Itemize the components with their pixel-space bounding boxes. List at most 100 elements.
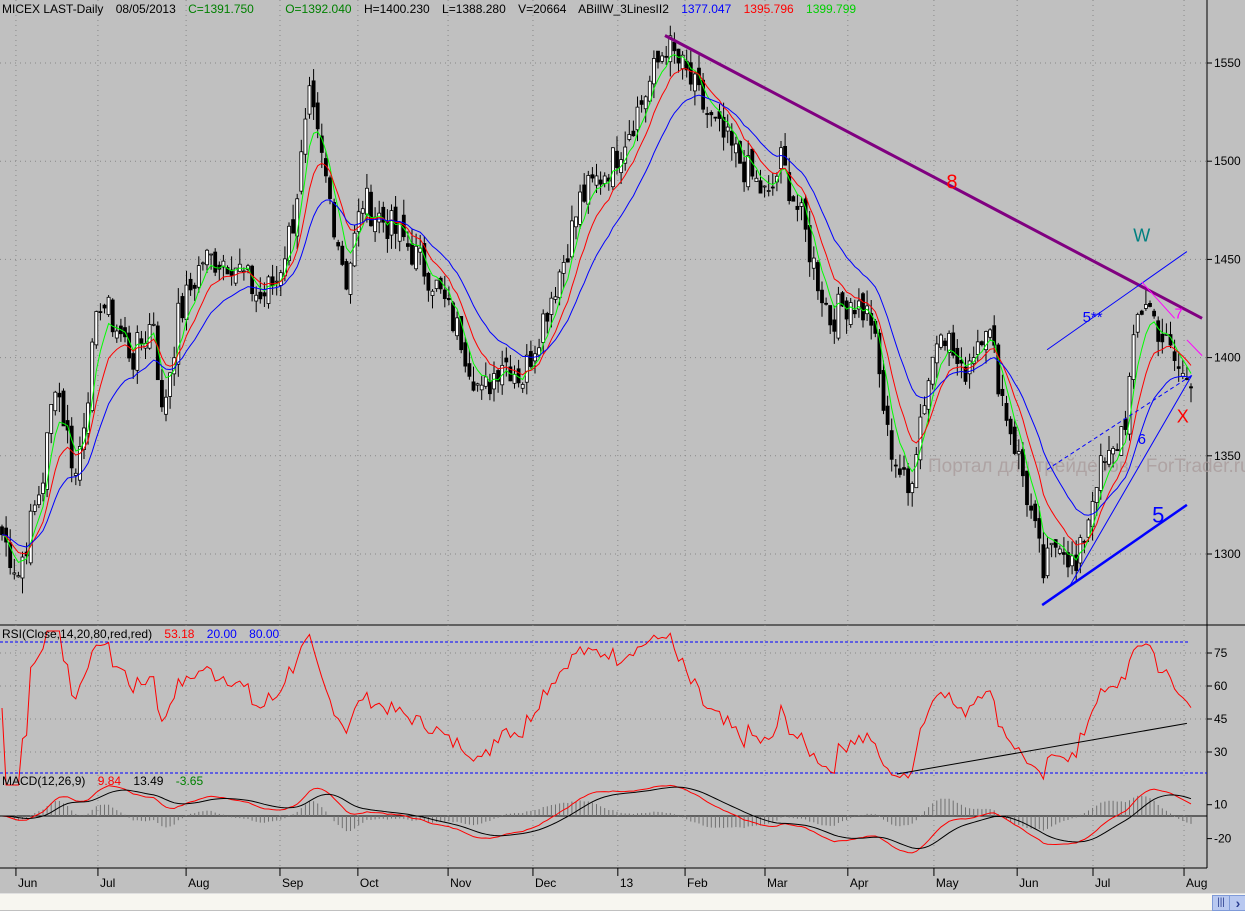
candle-body <box>250 265 255 295</box>
candle-body <box>405 243 410 247</box>
candle-body <box>1176 366 1181 369</box>
candle-body <box>1172 351 1177 361</box>
candle-body <box>889 430 894 460</box>
candle-body <box>799 202 804 207</box>
candle-body <box>1135 314 1140 333</box>
candle-body <box>192 284 197 289</box>
candle-body <box>943 340 947 347</box>
candle-body <box>102 304 107 309</box>
candle-body <box>898 468 902 475</box>
candle-body <box>734 143 738 154</box>
ma-line-green <box>1 53 1192 564</box>
wave-label: 8 <box>946 172 957 194</box>
candle-body <box>1098 455 1103 491</box>
candle-body <box>311 80 316 108</box>
macd-signal-line <box>1 786 1192 850</box>
macd-value: 9.84 <box>97 774 122 788</box>
candle-body <box>209 253 214 256</box>
month-label: Jun <box>18 876 37 890</box>
month-label: Jul <box>1095 876 1110 890</box>
macd-tick-label: 10 <box>1214 798 1228 812</box>
candle-body <box>713 116 718 119</box>
candle-body <box>53 391 58 412</box>
candle-body <box>1094 487 1099 503</box>
candle-body <box>414 245 419 270</box>
candle-body <box>196 265 201 288</box>
candle-body <box>1049 542 1054 546</box>
rsi-label: RSI(Close,14,20,80,red,red) <box>2 627 153 641</box>
rsi-tick-label: 60 <box>1214 679 1228 693</box>
candle-body <box>906 468 910 494</box>
candle-body <box>934 343 939 364</box>
candle-body <box>779 147 783 169</box>
candle-body <box>820 289 824 304</box>
candle-body <box>164 396 168 415</box>
candle-body <box>471 381 476 391</box>
rsi-value: 53.18 <box>164 627 195 641</box>
date-label: 08/05/2013 <box>115 2 176 16</box>
rsi-low: 20.00 <box>206 627 237 641</box>
candle-body <box>988 329 992 338</box>
symbol-label: MICEX LAST-Daily <box>2 2 104 16</box>
candle-body <box>598 179 603 185</box>
wave-label: X <box>1177 406 1189 426</box>
candle-body <box>188 278 193 291</box>
candle-body <box>1021 449 1025 477</box>
macd-tick-label: -20 <box>1214 832 1232 846</box>
wave-label: 5 <box>1152 503 1164 528</box>
green-line-value: 1399.799 <box>806 2 857 16</box>
candle-body <box>1070 555 1074 567</box>
candle-body <box>1037 518 1042 539</box>
candle-body <box>475 383 480 386</box>
candle-body <box>1041 544 1046 579</box>
candle-body <box>479 384 484 391</box>
candle-body <box>832 319 837 332</box>
candle-body <box>389 210 394 236</box>
candle-body <box>664 55 669 58</box>
candle-body <box>1016 451 1021 455</box>
candle-body <box>135 332 140 371</box>
wave-7-line-b <box>1186 339 1203 356</box>
candle-body <box>1180 372 1185 377</box>
month-label: Nov <box>450 876 471 890</box>
candle-body <box>529 351 533 367</box>
ma-line-blue <box>1 94 1192 548</box>
candle-body <box>795 205 800 210</box>
candle-body <box>455 317 460 337</box>
candle-body <box>549 297 554 315</box>
candle-body <box>1025 470 1029 506</box>
candle-body <box>364 187 369 215</box>
candle-body <box>344 261 349 290</box>
candle-body <box>213 251 218 273</box>
wave-label: 7 <box>1175 305 1183 322</box>
candle-body <box>590 174 595 179</box>
rsi-line <box>1 630 1192 786</box>
candle-body <box>631 130 636 137</box>
candle-body <box>266 276 271 304</box>
candle-body <box>1107 450 1111 465</box>
candle-body <box>360 208 365 214</box>
candle-body <box>69 425 74 469</box>
rsi-header: RSI(Close,14,20,80,red,red) 53.18 20.00 … <box>2 627 288 641</box>
candle-body <box>553 296 558 300</box>
candle-body <box>61 390 66 427</box>
candle-body <box>332 202 337 238</box>
candle-body <box>262 292 267 297</box>
candle-body <box>1062 552 1066 555</box>
candle-body <box>49 404 54 434</box>
month-label: Sep <box>282 876 304 890</box>
month-label: Aug <box>1186 876 1207 890</box>
price-tick-label: 1450 <box>1214 252 1241 266</box>
candle-body <box>828 305 833 326</box>
horizontal-scrollbar[interactable]: ||| › <box>0 893 1245 911</box>
candle-body <box>881 369 886 411</box>
candle-body <box>487 381 492 395</box>
candle-body <box>1123 418 1128 430</box>
candle-body <box>254 294 259 302</box>
month-label: Apr <box>850 876 869 890</box>
candle-body <box>369 191 373 227</box>
candle-body <box>578 191 582 225</box>
candle-body <box>1029 505 1033 511</box>
candle-body <box>811 257 816 269</box>
candle-body <box>307 85 312 115</box>
